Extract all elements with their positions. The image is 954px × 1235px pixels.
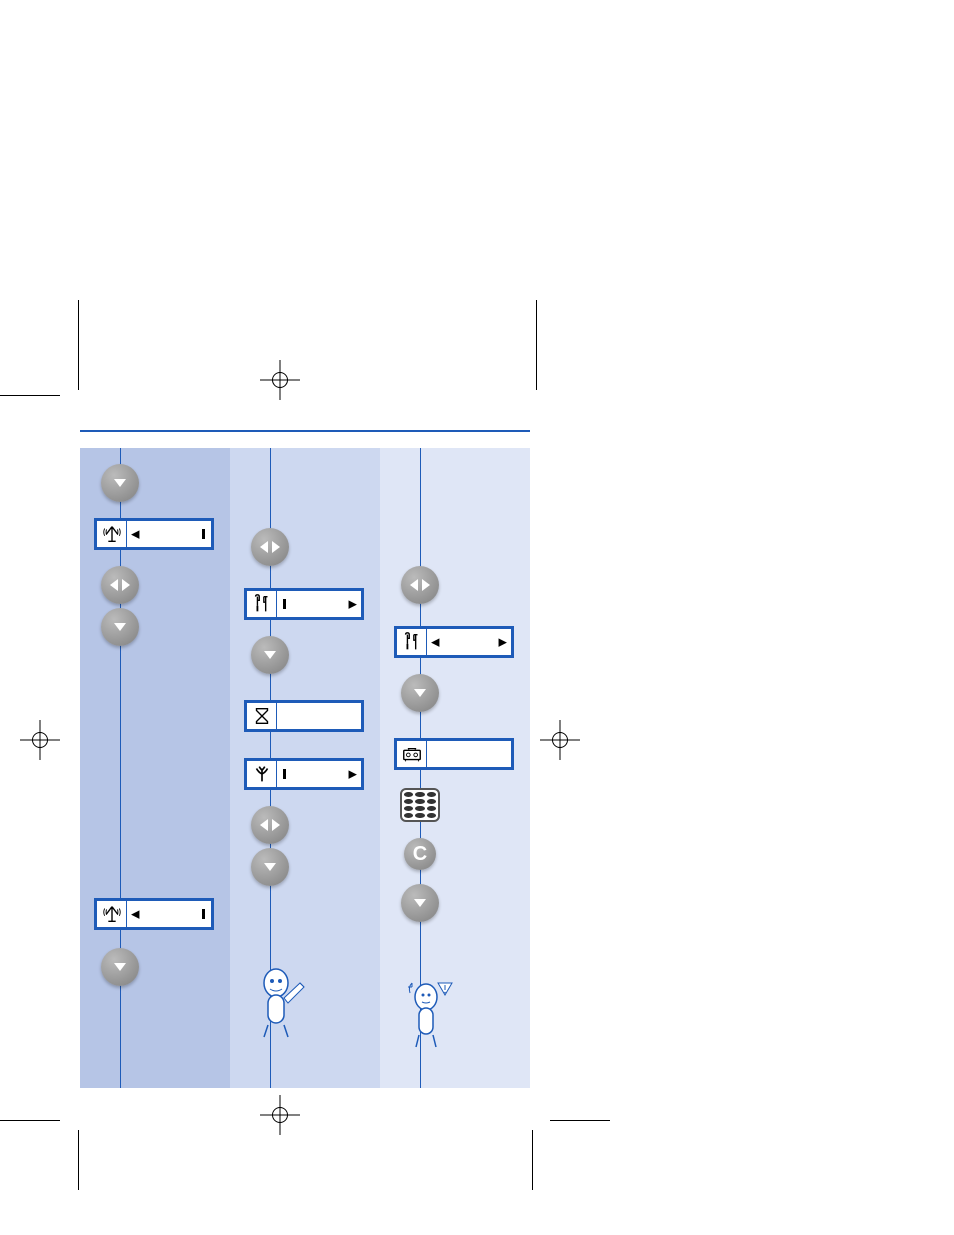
display-plant: ▶ xyxy=(244,758,364,790)
left-arrow-glyph: ◀ xyxy=(131,908,139,921)
nav-down-button[interactable] xyxy=(251,636,289,674)
nav-leftright-button[interactable] xyxy=(251,528,289,566)
registration-mark-top xyxy=(260,360,300,400)
crop-mark-tr xyxy=(534,0,954,430)
antenna-icon xyxy=(97,521,127,547)
nav-leftright-button[interactable] xyxy=(251,806,289,844)
registration-mark-right xyxy=(540,720,580,760)
right-arrow-glyph: ▶ xyxy=(499,636,507,649)
crop-mark-bl xyxy=(0,1070,80,1150)
left-arrow-glyph: ◀ xyxy=(431,636,439,649)
c-button-label: C xyxy=(413,843,427,866)
display-tools: ◀▶ xyxy=(394,626,514,658)
crop-mark-tl xyxy=(0,0,80,430)
display-recorder xyxy=(394,738,514,770)
nav-down-button[interactable] xyxy=(401,674,439,712)
right-arrow-glyph: ▶ xyxy=(349,598,357,611)
mascot-writing xyxy=(248,963,308,1048)
crop-mark-br xyxy=(530,1070,650,1150)
display-tools: ▶ xyxy=(244,588,364,620)
cursor-bar xyxy=(202,529,205,539)
nav-leftright-button[interactable] xyxy=(101,566,139,604)
procedure-col-3: ◀▶ C xyxy=(380,448,530,1088)
tools-icon xyxy=(247,591,277,617)
keypad-icon[interactable] xyxy=(400,788,440,822)
c-cancel-button[interactable]: C xyxy=(404,838,436,870)
registration-mark-bottom xyxy=(260,1095,300,1135)
left-arrow-glyph: ◀ xyxy=(131,528,139,541)
mascot-warning xyxy=(398,973,458,1058)
procedure-col-1: ◀ ◀ xyxy=(80,448,230,1088)
cursor-bar xyxy=(202,909,205,919)
display-antenna-2: ◀ xyxy=(94,898,214,930)
plant-icon xyxy=(247,761,277,787)
recorder-icon xyxy=(397,741,427,767)
cursor-bar xyxy=(283,769,286,779)
right-arrow-glyph: ▶ xyxy=(349,768,357,781)
procedure-col-2: ▶ ▶ xyxy=(230,448,380,1088)
display-hourglass xyxy=(244,700,364,732)
instruction-panel: ◀ ◀ ▶ ▶ xyxy=(80,430,530,1088)
nav-leftright-button[interactable] xyxy=(401,566,439,604)
display-antenna-1: ◀ xyxy=(94,518,214,550)
cursor-bar xyxy=(283,599,286,609)
section-rule xyxy=(80,430,530,432)
hourglass-icon xyxy=(247,703,277,729)
registration-mark-left xyxy=(20,720,60,760)
antenna-icon xyxy=(97,901,127,927)
nav-down-button[interactable] xyxy=(101,464,139,502)
tools-icon xyxy=(397,629,427,655)
nav-down-button[interactable] xyxy=(101,608,139,646)
nav-down-button[interactable] xyxy=(251,848,289,886)
nav-down-button[interactable] xyxy=(101,948,139,986)
nav-down-button[interactable] xyxy=(401,884,439,922)
